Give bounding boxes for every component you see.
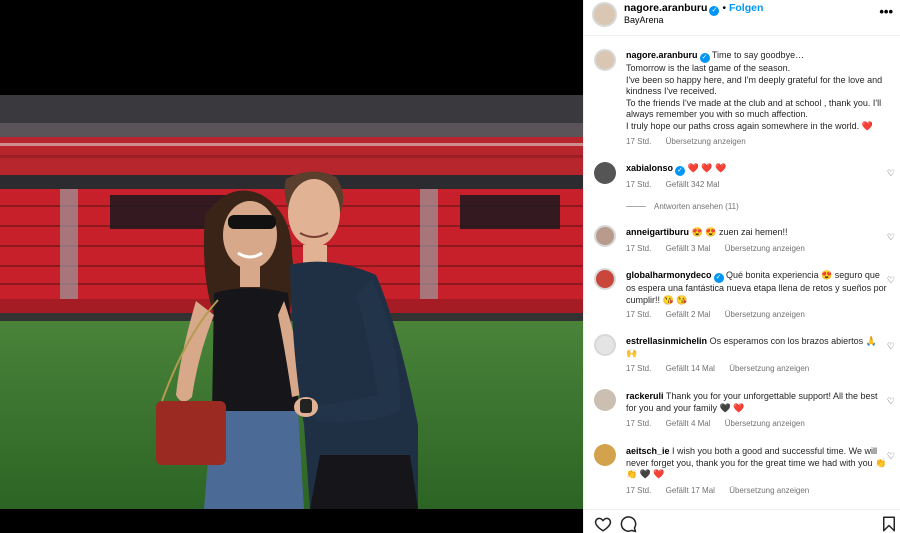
caption-line-2: Tomorrow is the last game of the season. [626,63,791,73]
comment-text: anneigartiburu 😍 😍 zuen zai hemen!! [626,227,888,239]
comment-text: globalharmonydeco ✓ Qué bonita experienci… [626,270,888,306]
avatar[interactable] [594,225,616,247]
comment-body: Thank you for your unforgettable support… [626,391,878,413]
heart-icon[interactable]: ♡ [887,341,895,352]
heart-icon[interactable]: ♡ [887,275,895,286]
comment-time[interactable]: 17 Std. [626,244,651,253]
bookmark-icon[interactable] [880,515,898,533]
heart-icon[interactable]: ♡ [887,396,895,407]
comment-username[interactable]: estrellasinmichelin [626,336,707,346]
action-bar [584,509,900,533]
caption-text: nagore.aranburu ✓ Time to say goodbye… To… [626,50,888,133]
avatar[interactable] [594,49,616,71]
comment-likes[interactable]: Gefällt 2 Mal [666,310,711,319]
caption-username[interactable]: nagore.aranburu [626,50,698,60]
comment-time[interactable]: 17 Std. [626,180,651,189]
comment-time[interactable]: 17 Std. [626,310,651,319]
caption-time[interactable]: 17 Std. [626,137,651,146]
heart-icon[interactable]: ♡ [887,168,895,179]
comment-text: aeitsch_ie I wish you both a good and su… [626,446,888,481]
comment-text: estrellasinmichelin Os esperamos con los… [626,336,888,359]
verified-badge-icon: ✓ [675,166,686,176]
comment-time[interactable]: 17 Std. [626,419,651,428]
heart-icon[interactable]: ♡ [887,232,895,243]
comment-time[interactable]: 17 Std. [626,364,651,373]
caption-line-5: I truly hope our paths cross again somew… [626,120,873,131]
post-media[interactable] [0,0,583,533]
comment-username[interactable]: aeitsch_ie [626,446,670,456]
comment-translate-link[interactable]: Übersetzung anzeigen [729,486,809,495]
location-link[interactable]: BayArena [624,15,664,25]
comment-meta: 17 Std. Gefällt 17 Mal Übersetzung anzei… [626,486,821,495]
comment-translate-link[interactable]: Übersetzung anzeigen [729,364,809,373]
avatar[interactable] [594,268,616,290]
comment-likes[interactable]: Gefällt 342 Mal [666,180,720,189]
verified-badge-icon: ✓ [713,273,724,283]
verified-badge-icon: ✓ [709,6,720,16]
comment-icon[interactable] [619,515,637,533]
follow-button[interactable]: Folgen [729,2,763,14]
more-horizontal-icon[interactable]: ••• [879,4,893,19]
comment-username[interactable]: rackeruli [626,391,664,401]
view-replies-link[interactable]: Antworten ansehen (11) [626,202,739,211]
comment-meta: 17 Std. Gefällt 342 Mal [626,180,731,189]
caption-line-4: To the friends I've made at the club and… [626,97,882,120]
comment-likes[interactable]: Gefällt 3 Mal [666,244,711,253]
caption-translate-link[interactable]: Übersetzung anzeigen [666,137,746,146]
comment-translate-link[interactable]: Übersetzung anzeigen [725,244,805,253]
post-header: nagore.aranburu ✓ • Folgen BayArena ••• [584,0,900,36]
comment-time[interactable]: 17 Std. [626,486,651,495]
comment-username[interactable]: anneigartiburu [626,227,689,237]
dot-separator: • [722,2,729,14]
comments-list[interactable]: nagore.aranburu ✓ Time to say goodbye… To… [584,40,900,508]
stadium-photo-illustration [0,95,583,509]
avatar[interactable] [594,334,616,356]
comment-username[interactable]: globalharmonydeco [626,270,712,280]
comment-likes[interactable]: Gefällt 4 Mal [666,419,711,428]
comment-text: rackeruli Thank you for your unforgettab… [626,391,888,414]
avatar[interactable] [594,389,616,411]
comment-text: xabialonso ✓ ❤️ ❤️ ❤️ [626,163,888,176]
comment-meta: 17 Std. Gefällt 14 Mal Übersetzung anzei… [626,364,821,373]
comment-likes[interactable]: Gefällt 17 Mal [666,486,715,495]
header-username[interactable]: nagore.aranburu [624,2,707,14]
heart-icon[interactable]: ♡ [887,451,895,462]
comment-username[interactable]: xabialonso [626,163,673,173]
caption-line-1: Time to say goodbye… [711,50,805,60]
heart-icon[interactable] [594,515,612,533]
comment-body: ❤️ ❤️ ❤️ [687,163,727,173]
post-photo[interactable] [0,95,583,509]
comment-translate-link[interactable]: Übersetzung anzeigen [725,310,805,319]
header-user-line: nagore.aranburu ✓ • Folgen [624,2,763,16]
comment-body: 😍 😍 zuen zai hemen!! [691,227,788,237]
comment-meta: 17 Std. Gefällt 3 Mal Übersetzung anzeig… [626,244,817,253]
post-panel: nagore.aranburu ✓ • Folgen BayArena ••• n… [583,0,900,533]
avatar[interactable] [594,162,616,184]
caption-line-3: I've been so happy here, and I'm deeply … [626,74,883,97]
comment-meta: 17 Std. Gefällt 2 Mal Übersetzung anzeig… [626,310,817,319]
caption-meta: 17 Std. Übersetzung anzeigen [626,137,758,146]
avatar[interactable] [594,444,616,466]
comment-meta: 17 Std. Gefällt 4 Mal Übersetzung anzeig… [626,419,817,428]
avatar[interactable] [592,2,617,27]
comment-translate-link[interactable]: Übersetzung anzeigen [725,419,805,428]
verified-badge-icon: ✓ [699,53,710,63]
comment-likes[interactable]: Gefällt 14 Mal [666,364,715,373]
